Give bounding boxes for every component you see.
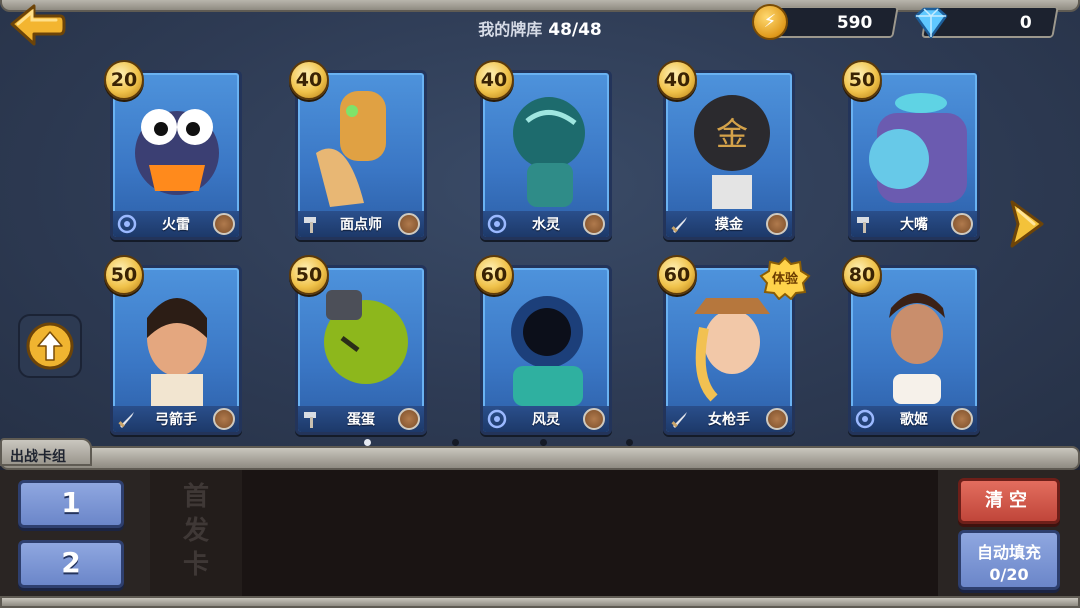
spiral-icon bbox=[117, 214, 137, 234]
spiral-icon bbox=[487, 214, 507, 234]
character-portrait bbox=[324, 290, 408, 384]
character-portrait bbox=[889, 293, 945, 404]
gold-amount: 590 bbox=[836, 13, 872, 33]
card-cost-badge: 40 bbox=[474, 60, 514, 100]
rank-medal-icon bbox=[951, 213, 973, 235]
card-cost-badge: 50 bbox=[842, 60, 882, 100]
character-portrait bbox=[513, 97, 585, 207]
rank-medal-icon bbox=[213, 213, 235, 235]
placeholder-text: 首发卡 bbox=[182, 482, 209, 580]
title-label: 我的牌库 bbox=[478, 20, 543, 39]
page-title: 我的牌库 48/48 bbox=[420, 16, 660, 40]
card-name: 女枪手 bbox=[708, 412, 750, 428]
deck-tab[interactable]: 出战卡组 bbox=[0, 438, 92, 466]
deck-slot-panel[interactable] bbox=[150, 470, 938, 596]
character-portrait bbox=[869, 93, 967, 203]
trial-badge: 体验 bbox=[758, 256, 812, 301]
card-cost-badge: 60 bbox=[474, 255, 514, 295]
scroll-up-button[interactable] bbox=[18, 314, 82, 378]
clear-button[interactable]: 清空 bbox=[958, 478, 1060, 524]
back-arrow-icon[interactable] bbox=[8, 2, 66, 50]
rank-medal-icon bbox=[583, 213, 605, 235]
card-name: 风灵 bbox=[532, 412, 560, 428]
character-portrait bbox=[511, 296, 583, 406]
svg-text:金: 金 bbox=[716, 115, 748, 153]
character-portrait bbox=[316, 91, 386, 207]
card-count: 48/48 bbox=[548, 20, 602, 40]
autofill-button[interactable]: 自动填充 0/20 bbox=[958, 530, 1060, 590]
deck-2-button[interactable]: 2 bbox=[18, 540, 124, 588]
card-cost-badge: 20 bbox=[104, 60, 144, 100]
hammer-icon bbox=[304, 412, 316, 428]
gem-amount: 0 bbox=[1019, 13, 1032, 33]
card-cost-badge: 80 bbox=[842, 255, 882, 295]
next-page-arrow-icon[interactable] bbox=[1006, 198, 1046, 250]
rank-medal-icon bbox=[766, 213, 788, 235]
trial-badge-label: 体验 bbox=[771, 272, 798, 287]
rank-medal-icon bbox=[583, 408, 605, 430]
spiral-icon bbox=[487, 409, 507, 429]
card-cost-badge: 50 bbox=[104, 255, 144, 295]
card-name: 面点师 bbox=[340, 217, 382, 233]
autofill-count: 0/20 bbox=[989, 565, 1029, 584]
sword-icon bbox=[671, 217, 687, 233]
rank-medal-icon bbox=[398, 213, 420, 235]
card-name: 水灵 bbox=[532, 217, 560, 233]
up-arrow-icon bbox=[26, 322, 74, 370]
card-name: 大嘴 bbox=[900, 217, 928, 233]
card-cost-badge: 40 bbox=[289, 60, 329, 100]
card-name: 歌姬 bbox=[900, 412, 928, 428]
hammer-icon bbox=[304, 217, 316, 233]
card-cost-badge: 40 bbox=[657, 60, 697, 100]
spiral-icon bbox=[855, 409, 875, 429]
card-name: 蛋蛋 bbox=[347, 412, 375, 428]
sword-icon bbox=[671, 412, 687, 428]
page-dot[interactable] bbox=[540, 439, 547, 446]
autofill-label: 自动填充 bbox=[976, 543, 1041, 562]
rank-medal-icon bbox=[951, 408, 973, 430]
rank-medal-icon bbox=[213, 408, 235, 430]
card-name: 摸金 bbox=[715, 217, 743, 233]
page-dot[interactable] bbox=[364, 439, 371, 446]
rank-medal-icon bbox=[398, 408, 420, 430]
card-cost-badge: 50 bbox=[289, 255, 329, 295]
card-name: 弓箭手 bbox=[155, 412, 197, 428]
page-dot[interactable] bbox=[626, 439, 633, 446]
starter-card-placeholder: 首发卡 bbox=[150, 470, 242, 596]
character-portrait: 金 bbox=[694, 95, 770, 209]
sword-icon bbox=[118, 412, 134, 428]
rank-medal-icon bbox=[766, 408, 788, 430]
card-cost-badge: 60 bbox=[657, 255, 697, 295]
character-portrait bbox=[135, 109, 219, 195]
gold-coin-icon: ⚡ bbox=[752, 4, 788, 40]
character-portrait bbox=[147, 298, 207, 406]
page-dot[interactable] bbox=[452, 439, 459, 446]
card-name: 火雷 bbox=[162, 217, 190, 233]
deck-1-button[interactable]: 1 bbox=[18, 480, 124, 528]
diamond-icon bbox=[914, 7, 948, 39]
hammer-icon bbox=[857, 217, 869, 233]
stone-frame-divider bbox=[0, 446, 1080, 470]
stone-frame-footer bbox=[0, 596, 1080, 608]
